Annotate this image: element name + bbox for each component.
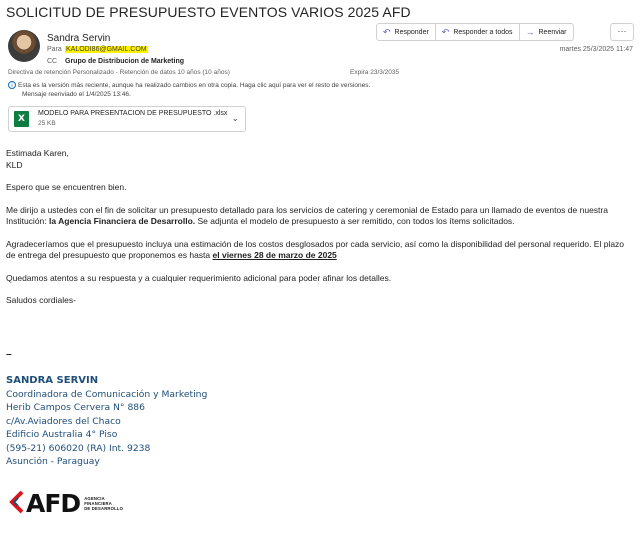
info-icon: i	[8, 81, 16, 89]
greeting-org: KLD	[6, 159, 23, 170]
reply-button[interactable]: ↶ Responder	[376, 23, 436, 41]
signature-phone: (595-21) 606020 (RA) Int. 9238	[6, 442, 151, 454]
signature-address-1: Herib Campos Cervera N° 886	[6, 402, 145, 413]
body-paragraph-1: Espero que se encuentren bien.	[6, 182, 127, 192]
closing: Saludos cordiales-	[6, 295, 76, 305]
forwarded-note: Mensaje reenviado el 1/4/2025 13:46.	[22, 91, 131, 98]
message-body: Estimada Karen, KLD Espero que se encuen…	[6, 148, 634, 307]
to-recipient[interactable]: KALODI86@GMAIL.COM	[65, 46, 148, 53]
sender-name[interactable]: Sandra Servin	[47, 33, 110, 44]
signature-name: SANDRA SERVIN	[6, 375, 99, 386]
body-paragraph-3: Agradeceríamos que el presupuesto incluy…	[6, 239, 634, 262]
attachment-name: MODELO PARA PRESENTACION DE PRESUPUESTO …	[38, 110, 228, 117]
message-actions: ↶ Responder ↶ Responder a todos → Reenvi…	[376, 23, 574, 41]
signature-separator: –	[6, 349, 12, 360]
afd-logo-mark	[9, 490, 24, 514]
chevron-down-icon[interactable]: ⌄	[231, 113, 239, 124]
cc-label: CC	[47, 58, 58, 65]
logo-subtitle: AGENCIA FINANCIERA DE DESARROLLO	[84, 496, 123, 511]
sent-date: martes 25/3/2025 11:47	[559, 46, 633, 53]
logo-text: AFD	[26, 488, 81, 518]
signature-address-2: c/Av.Aviadores del Chaco	[6, 415, 121, 427]
body-paragraph-4: Quedamos atentos a su respuesta y a cual…	[6, 272, 392, 283]
signature-address-3: Edificio Australia 4° Piso	[6, 429, 118, 440]
forward-icon: →	[525, 26, 535, 37]
signature-city: Asunción - Paraguay	[6, 456, 100, 467]
excel-icon: X	[14, 111, 29, 127]
retention-policy[interactable]: Directiva de retención Personalizado - R…	[8, 69, 230, 76]
to-row: Para KALODI86@GMAIL.COM	[47, 46, 148, 53]
signature-title: Coordinadora de Comunicación y Marketing	[6, 388, 208, 400]
reply-label: Responder	[394, 28, 429, 36]
afd-logo: AFD AGENCIA FINANCIERA DE DESARROLLO	[8, 488, 123, 518]
deadline-date: el viernes 28 de marzo de 2025	[212, 250, 337, 260]
signature-block: SANDRA SERVIN Coordinadora de Comunicaci…	[6, 374, 207, 469]
expiry-date: Expira 23/3/2035	[350, 69, 400, 76]
reply-all-icon: ↶	[441, 26, 450, 37]
attachment-card[interactable]: X MODELO PARA PRESENTACION DE PRESUPUEST…	[8, 106, 246, 132]
to-label: Para	[47, 46, 62, 53]
greeting: Estimada Karen,	[6, 148, 69, 158]
email-subject: SOLICITUD DE PRESUPUESTO EVENTOS VARIOS …	[6, 4, 411, 20]
reply-all-button[interactable]: ↶ Responder a todos	[434, 23, 520, 41]
cc-row: CC Grupo de Distribucion de Marketing	[47, 58, 184, 65]
p2-text-end: Se adjunta el modelo de presupuesto a se…	[195, 216, 515, 226]
reply-icon: ↶	[383, 26, 391, 37]
body-paragraph-2: Me dirijo a ustedes con el fin de solici…	[6, 205, 634, 228]
more-actions-button[interactable]: ···	[610, 23, 634, 41]
reply-all-label: Responder a todos	[453, 28, 513, 36]
avatar[interactable]	[8, 30, 40, 62]
forward-label: Reenviar	[538, 28, 567, 36]
attachment-size: 25 KB	[38, 120, 56, 127]
logo-sub-3: DE DESARROLLO	[84, 505, 124, 511]
info-text: Esta es la versión más reciente, aunque …	[18, 82, 371, 89]
cc-recipient[interactable]: Grupo de Distribucion de Marketing	[65, 58, 184, 65]
forward-button[interactable]: → Reenviar	[518, 23, 574, 41]
version-info-banner[interactable]: i Esta es la versión más reciente, aunque…	[8, 81, 370, 99]
institution-name: la Agencia Financiera de Desarrollo.	[49, 216, 196, 226]
